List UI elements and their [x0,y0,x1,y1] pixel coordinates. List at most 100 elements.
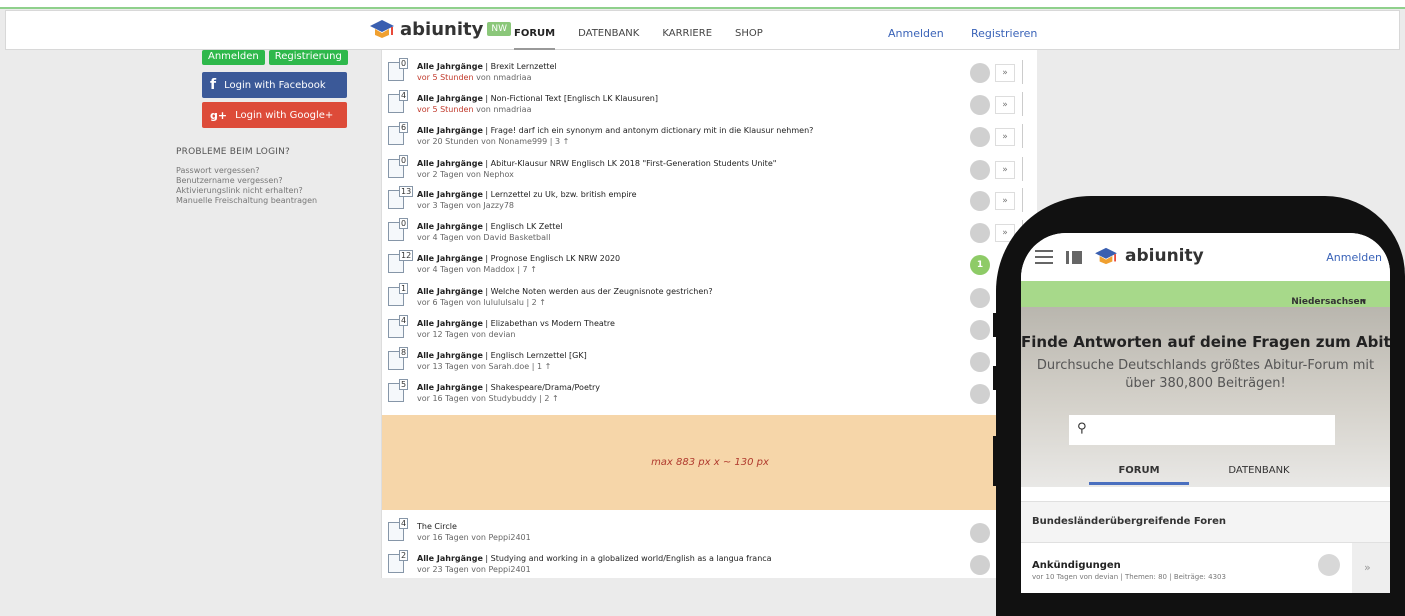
topic-title-line[interactable]: Alle Jahrgänge | Englisch Lernzettel [GK… [417,351,587,360]
table-row[interactable]: 13 Alle Jahrgänge | Lernzettel zu Uk, bzw… [382,181,1038,213]
table-row[interactable]: 6 Alle Jahrgänge | Frage! darf ich ein sy… [382,117,1038,149]
go-to-last-post-button[interactable]: » [995,161,1015,179]
login-link[interactable]: Anmelden [888,27,944,40]
avatar[interactable] [970,127,990,147]
table-row[interactable]: 4 The Circle vor 16 Tagen von Peppi2401 [382,513,1038,545]
table-row[interactable]: 1 Alle Jahrgänge | Welche Noten werden au… [382,278,1038,310]
table-row[interactable]: 0 Alle Jahrgänge | Brexit Lernzettel vor 5… [382,53,1038,85]
topic-title[interactable]: Frage! darf ich ein synonym and antonym … [491,126,814,135]
avatar[interactable] [970,63,990,83]
activation-link[interactable]: Aktivierungslink nicht erhalten? [176,186,356,196]
topic-category[interactable]: Alle Jahrgänge [417,287,483,296]
topic-title[interactable]: Studying and working in a globalized wor… [491,554,772,563]
avatar[interactable] [970,223,990,243]
go-to-last-post-button[interactable]: » [995,96,1015,114]
avatar[interactable] [970,523,990,543]
topic-title[interactable]: Abitur-Klausur NRW Englisch LK 2018 "Fir… [491,159,777,168]
reply-count: 0 [399,218,409,229]
avatar[interactable] [970,384,990,404]
avatar[interactable] [970,160,990,180]
table-row[interactable]: 8 Alle Jahrgänge | Englisch Lernzettel [G… [382,342,1038,374]
avatar[interactable] [970,555,990,575]
topic-title-line[interactable]: Alle Jahrgänge | Welche Noten werden aus… [417,287,713,296]
topic-title[interactable]: The Circle [417,522,457,531]
mobile-forum-item[interactable]: Ankündigungen vor 10 Tagen von devian | … [1021,543,1390,593]
table-row[interactable]: 5 Alle Jahrgänge | Shakespeare/Drama/Poet… [382,374,1038,406]
table-row[interactable]: 4 Alle Jahrgänge | Elizabethan vs Modern … [382,310,1038,342]
topic-category[interactable]: Alle Jahrgänge [417,222,483,231]
site-logo[interactable]: abiunity NW [368,18,511,40]
topic-title[interactable]: Non-Fictional Text [Englisch LK Klausure… [491,94,658,103]
divider [1022,157,1023,181]
avatar[interactable] [970,288,990,308]
register-button[interactable]: Registrierung [268,50,348,65]
topic-title[interactable]: Welche Noten werden aus der Zeugnisnote … [491,287,713,296]
topic-category[interactable]: Alle Jahrgänge [417,94,483,103]
topic-title-line[interactable]: Alle Jahrgänge | Studying and working in… [417,554,772,563]
mobile-logo[interactable]: abiunity [1093,246,1204,266]
nav-forum[interactable]: FORUM [514,28,556,51]
forum-item-arrow[interactable]: » [1352,543,1390,593]
topic-category[interactable]: Alle Jahrgänge [417,319,483,328]
hero-title: Finde Antworten auf deine Fragen zum Abi… [1021,333,1390,351]
topic-title[interactable]: Englisch Lernzettel [GK] [491,351,587,360]
mobile-login-link[interactable]: Anmelden [1326,251,1382,264]
go-to-last-post-button[interactable]: » [995,64,1015,82]
register-link[interactable]: Registrieren [971,27,1037,40]
topic-title-line[interactable]: Alle Jahrgänge | Lernzettel zu Uk, bzw. … [417,190,637,199]
mobile-search-input[interactable]: ⚲ [1069,415,1335,445]
sidebar-toggle-icon[interactable] [1066,251,1082,264]
table-row[interactable]: 4 Alle Jahrgänge | Non-Fictional Text [En… [382,85,1038,117]
topic-category[interactable]: Alle Jahrgänge [417,62,483,71]
go-to-last-post-button[interactable]: » [995,128,1015,146]
region-selector[interactable]: Niedersachsen ▾ [1021,281,1390,307]
topic-title-line[interactable]: Alle Jahrgänge | Non-Fictional Text [Eng… [417,94,658,103]
forgot-username-link[interactable]: Benutzername vergessen? [176,176,356,186]
topic-title[interactable]: Lernzettel zu Uk, bzw. british empire [491,190,637,199]
topic-title-line[interactable]: Alle Jahrgänge | Englisch LK Zettel [417,222,563,231]
nav-karriere[interactable]: KARRIERE [662,28,712,51]
avatar[interactable] [970,352,990,372]
topic-title[interactable]: Prognose Englisch LK NRW 2020 [491,254,620,263]
topic-category[interactable]: Alle Jahrgänge [417,383,483,392]
tab-forum[interactable]: FORUM [1089,465,1189,485]
avatar[interactable]: 1 [970,255,990,275]
topic-title-line[interactable]: Alle Jahrgänge | Elizabethan vs Modern T… [417,319,615,328]
topic-title[interactable]: Elizabethan vs Modern Theatre [491,319,615,328]
topic-category[interactable]: Alle Jahrgänge [417,159,483,168]
forgot-password-link[interactable]: Passwort vergessen? [176,166,356,176]
go-to-last-post-button[interactable]: » [995,192,1015,210]
topic-title-line[interactable]: Alle Jahrgänge | Shakespeare/Drama/Poetr… [417,383,600,392]
nav-shop[interactable]: SHOP [735,28,763,51]
table-row[interactable]: 2 Alle Jahrgänge | Studying and working i… [382,545,1038,577]
topic-title-line[interactable]: Alle Jahrgänge | Frage! darf ich ein syn… [417,126,813,135]
avatar[interactable] [970,191,990,211]
topic-category[interactable]: Alle Jahrgänge [417,254,483,263]
topic-title-line[interactable]: Alle Jahrgänge | Prognose Englisch LK NR… [417,254,620,263]
avatar[interactable] [970,320,990,340]
table-row[interactable]: 0 Alle Jahrgänge | Abitur-Klausur NRW Eng… [382,150,1038,182]
topic-title[interactable]: Shakespeare/Drama/Poetry [491,383,600,392]
manual-unlock-link[interactable]: Manuelle Freischaltung beantragen [176,196,356,206]
avatar[interactable] [970,95,990,115]
topic-category[interactable]: Alle Jahrgänge [417,554,483,563]
tab-datenbank[interactable]: DATENBANK [1209,465,1309,476]
hamburger-menu-icon[interactable] [1035,250,1053,264]
topic-title[interactable]: Brexit Lernzettel [491,62,557,71]
topic-title-line[interactable]: Alle Jahrgänge | Brexit Lernzettel [417,62,557,71]
topic-title[interactable]: Englisch LK Zettel [491,222,563,231]
nav-datenbank[interactable]: DATENBANK [578,28,639,51]
topic-category[interactable]: Alle Jahrgänge [417,126,483,135]
table-row[interactable]: 12 Alle Jahrgänge | Prognose Englisch LK … [382,245,1038,277]
topic-category[interactable]: Alle Jahrgänge [417,351,483,360]
topic-title-line[interactable]: The Circle [417,522,457,531]
topic-time: vor 20 Stunden [417,137,479,146]
separator: | [482,351,491,360]
region-label: Niedersachsen [1291,297,1366,307]
google-login-button[interactable]: g+ Login with Google+ [202,102,347,128]
topic-category[interactable]: Alle Jahrgänge [417,190,483,199]
topic-title-line[interactable]: Alle Jahrgänge | Abitur-Klausur NRW Engl… [417,159,776,168]
login-button[interactable]: Anmelden [202,50,265,65]
table-row[interactable]: 0 Alle Jahrgänge | Englisch LK Zettel vor … [382,213,1038,245]
facebook-login-button[interactable]: f Login with Facebook [202,72,347,98]
